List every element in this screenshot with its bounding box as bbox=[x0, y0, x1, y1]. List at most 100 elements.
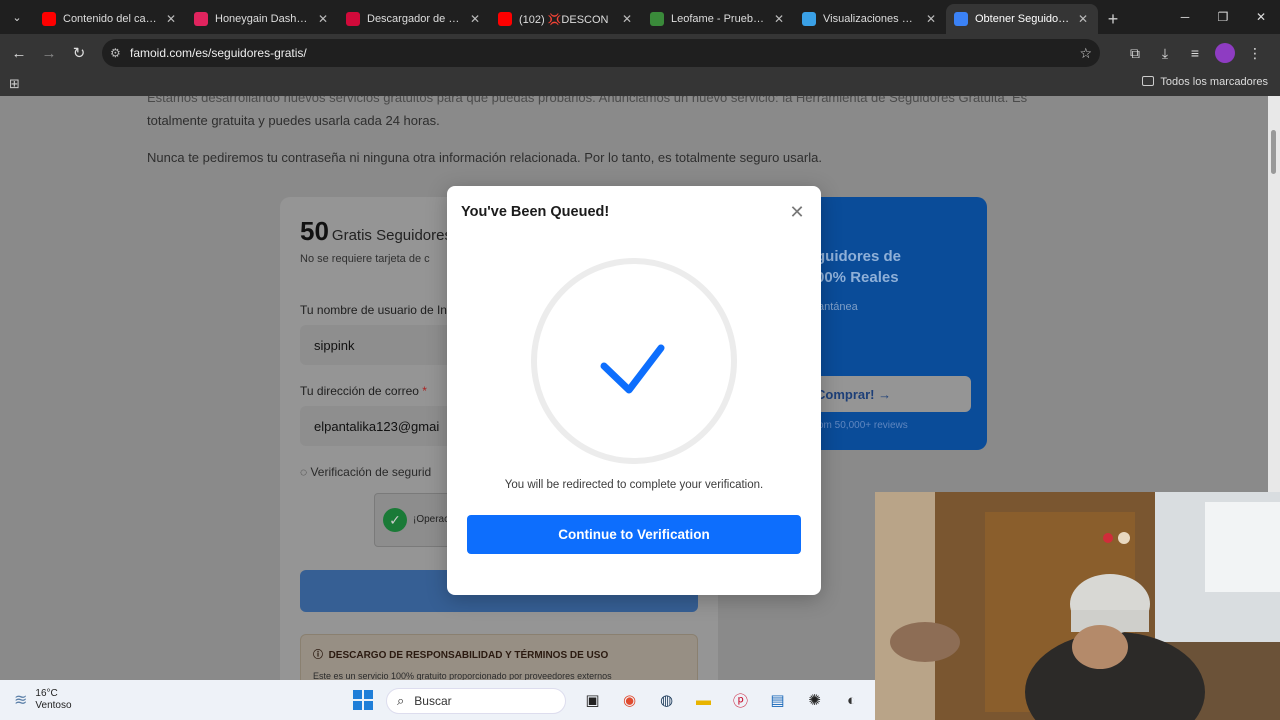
tab-favicon-icon bbox=[42, 12, 56, 26]
tab-favicon-icon bbox=[498, 12, 512, 26]
close-window-icon[interactable]: ✕ bbox=[1242, 0, 1280, 34]
browser-tab[interactable]: Visualizaciones Grat ✕ bbox=[794, 4, 946, 34]
toolbar-actions: ⧉ ⤓ ≡ ⋮ bbox=[1120, 38, 1270, 68]
tab-label: Visualizaciones Grat bbox=[823, 13, 920, 25]
weather-condition: Ventoso bbox=[35, 700, 72, 711]
tab-favicon-icon bbox=[954, 12, 968, 26]
tab-close-icon[interactable]: ✕ bbox=[620, 12, 634, 26]
browser-tab[interactable]: Obtener Seguidores ✕ bbox=[946, 4, 1098, 34]
intro-paragraph-line: totalmente gratuita y puedes usarla cada… bbox=[147, 113, 440, 128]
new-tab-button[interactable]: + bbox=[1098, 4, 1128, 34]
tab-close-icon[interactable]: ✕ bbox=[1076, 12, 1090, 26]
tab-label: Obtener Seguidores bbox=[975, 13, 1072, 25]
queued-modal: You've Been Queued! ✕ You will be redire… bbox=[447, 186, 821, 595]
tab-close-icon[interactable]: ✕ bbox=[772, 12, 786, 26]
temperature: 16°C bbox=[35, 688, 58, 699]
modal-title: You've Been Queued! bbox=[461, 204, 610, 220]
taskbar-search-placeholder: Buscar bbox=[414, 694, 452, 708]
close-icon[interactable]: ✕ bbox=[787, 202, 807, 223]
followers-count: 50 Gratis Seguidores bbox=[300, 216, 452, 247]
count-value: 50 bbox=[300, 216, 329, 246]
promo-card bbox=[800, 197, 987, 450]
task-view-icon[interactable]: ▣ bbox=[574, 688, 611, 712]
steam-icon[interactable]: ◍ bbox=[648, 688, 685, 712]
tab-favicon-icon bbox=[650, 12, 664, 26]
file-explorer-icon[interactable]: ▬ bbox=[685, 688, 722, 712]
extensions-icon[interactable]: ⧉ bbox=[1120, 38, 1150, 68]
pinterest-icon[interactable]: ⓟ bbox=[722, 688, 759, 712]
back-icon[interactable]: ← bbox=[4, 38, 34, 68]
continue-verification-button[interactable]: Continue to Verification bbox=[467, 515, 801, 554]
bookmarks-bar: ⊞ Todos los marcadores bbox=[0, 72, 1280, 96]
browser-toolbar: ← → ↻ ⚙ famoid.com/es/seguidores-gratis/… bbox=[0, 34, 1280, 72]
weather-widget[interactable]: ≋ 16°C Ventoso bbox=[14, 688, 72, 712]
tab-favicon-icon bbox=[346, 12, 360, 26]
disclaimer-text: Este es un servicio 100% gratuito propor… bbox=[313, 671, 612, 680]
reading-list-icon[interactable]: ≡ bbox=[1180, 38, 1210, 68]
email-label: Tu dirección de correo * bbox=[300, 384, 427, 398]
tab-close-icon[interactable]: ✕ bbox=[164, 12, 178, 26]
browser-tab[interactable]: Leofame - Prueba gr ✕ bbox=[642, 4, 794, 34]
folder-icon bbox=[1142, 76, 1155, 86]
minimize-icon[interactable]: ─ bbox=[1166, 0, 1204, 34]
start-button-icon[interactable] bbox=[353, 690, 373, 710]
tab-label: Honeygain Dashboard bbox=[215, 13, 312, 25]
tab-close-icon[interactable]: ✕ bbox=[924, 12, 938, 26]
required-marker: * bbox=[422, 384, 427, 398]
promo-title-line2: 00% Reales bbox=[816, 269, 899, 286]
security-verification-label: Verificación de segurid bbox=[310, 465, 432, 479]
disclaimer-title: ⓘ DESCARGO DE RESPONSABILIDAD Y TÉRMINOS… bbox=[313, 650, 609, 661]
tab-close-icon[interactable]: ✕ bbox=[468, 12, 482, 26]
forward-icon[interactable]: → bbox=[34, 38, 64, 68]
tab-label: Descargador de Vide bbox=[367, 13, 464, 25]
browser-tab[interactable]: Contenido del canal ✕ bbox=[34, 4, 186, 34]
browser-tab[interactable]: (102) 💢DESCON ✕ bbox=[490, 4, 642, 34]
store-icon[interactable]: ▤ bbox=[759, 688, 796, 712]
obs-icon[interactable]: ◐ bbox=[833, 688, 870, 712]
weather-text: 16°C Ventoso bbox=[35, 688, 71, 712]
windows-taskbar: ≋ 16°C Ventoso ⌕ Buscar ▣ ◉ ◍ ▬ ⓟ ▤ ✺ ◐ bbox=[0, 680, 875, 720]
security-verification: ◌ Verificación de segurid bbox=[300, 465, 431, 479]
maximize-icon[interactable]: ❐ bbox=[1204, 0, 1242, 34]
safety-paragraph: Nunca te pediremos tu contraseña ni ning… bbox=[147, 150, 822, 165]
promo-reviews: om 50,000+ reviews bbox=[818, 420, 908, 431]
tab-favicon-icon bbox=[802, 12, 816, 26]
buy-button[interactable]: Comprar! → bbox=[806, 376, 971, 412]
scroll-thumb[interactable] bbox=[1271, 130, 1276, 174]
webcam-overlay bbox=[875, 492, 1280, 720]
all-bookmarks-label: Todos los marcadores bbox=[1160, 76, 1268, 88]
tab-label: Leofame - Prueba gr bbox=[671, 13, 768, 25]
apps-grid-icon[interactable]: ⊞ bbox=[9, 76, 20, 92]
captcha-status-text: ¡Operac bbox=[413, 514, 450, 525]
disclaimer-title-text: DESCARGO DE RESPONSABILIDAD Y TÉRMINOS D… bbox=[328, 650, 609, 661]
taskbar-search[interactable]: ⌕ Buscar bbox=[386, 688, 566, 714]
check-circle-icon: ✓ bbox=[383, 508, 407, 532]
reload-icon[interactable]: ↻ bbox=[64, 38, 94, 68]
username-label: Tu nombre de usuario de In bbox=[300, 303, 447, 317]
intro-paragraph-top: Estamos desarrollando nuevos servicios g… bbox=[147, 96, 1028, 105]
promo-instant: antánea bbox=[818, 301, 858, 313]
redirect-message: You will be redirected to complete your … bbox=[504, 479, 764, 491]
shield-icon: ◌ bbox=[300, 465, 311, 479]
window-controls: ─ ❐ ✕ bbox=[1166, 0, 1280, 34]
tab-search-icon[interactable]: ⌄ bbox=[0, 0, 34, 34]
menu-icon[interactable]: ⋮ bbox=[1240, 38, 1270, 68]
tab-label: Contenido del canal bbox=[63, 13, 160, 25]
chrome-icon[interactable]: ◉ bbox=[611, 688, 648, 712]
url-text: famoid.com/es/seguidores-gratis/ bbox=[130, 46, 307, 60]
tab-favicon-icon bbox=[194, 12, 208, 26]
all-bookmarks-button[interactable]: Todos los marcadores bbox=[1142, 76, 1268, 88]
address-bar[interactable]: ⚙ famoid.com/es/seguidores-gratis/ ☆ bbox=[102, 39, 1100, 67]
profile-avatar[interactable] bbox=[1215, 43, 1235, 63]
disclaimer-box: ⓘ DESCARGO DE RESPONSABILIDAD Y TÉRMINOS… bbox=[300, 634, 698, 680]
browser-tab[interactable]: Honeygain Dashboard ✕ bbox=[186, 4, 338, 34]
tab-close-icon[interactable]: ✕ bbox=[316, 12, 330, 26]
no-card-note: No se requiere tarjeta de c bbox=[300, 253, 430, 265]
bookmark-star-icon[interactable]: ☆ bbox=[1079, 45, 1092, 62]
site-info-icon[interactable]: ⚙ bbox=[110, 46, 130, 60]
browser-tab[interactable]: Descargador de Vide ✕ bbox=[338, 4, 490, 34]
chatgpt-icon[interactable]: ✺ bbox=[796, 688, 833, 712]
promo-title: guidores de 00% Reales bbox=[816, 246, 901, 288]
taskbar-apps: ▣ ◉ ◍ ▬ ⓟ ▤ ✺ ◐ bbox=[574, 688, 870, 712]
download-icon[interactable]: ⤓ bbox=[1150, 38, 1180, 68]
